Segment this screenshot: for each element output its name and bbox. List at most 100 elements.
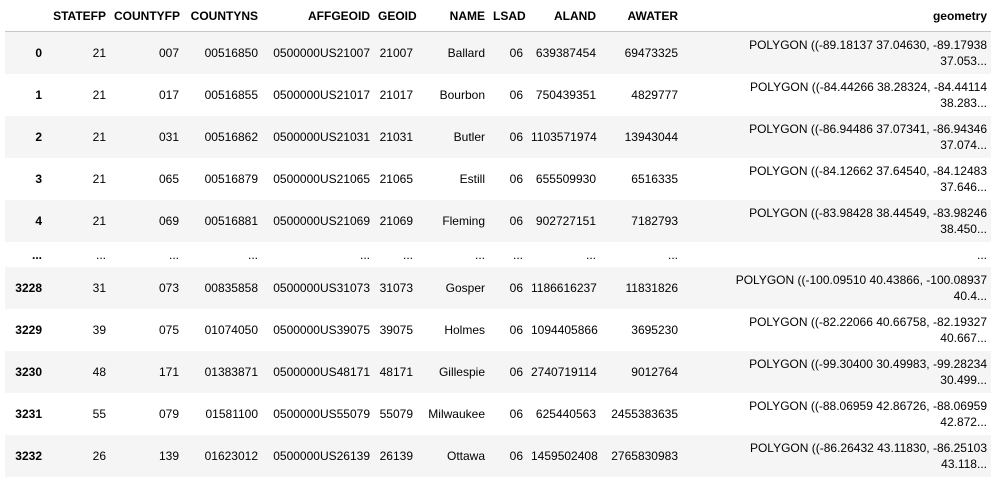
cell-aland: 655509930 <box>535 172 596 186</box>
header-awater: AWATER <box>600 0 682 32</box>
header-statefp: STATEFP <box>46 0 110 32</box>
cell-countyns: 00516850 <box>204 46 258 60</box>
cell-awater: ... <box>667 247 678 262</box>
cell-name: Bourbon <box>439 88 485 102</box>
geometry-line-1: POLYGON ((-86.26432 43.11830, -86.25103 <box>749 441 987 455</box>
geometry-line-2: 37.074... <box>940 138 987 152</box>
geometry-line-1: POLYGON ((-83.98428 38.44549, -83.98246 <box>749 206 987 220</box>
header-affgeoid: AFFGEOID <box>262 0 374 32</box>
row-index: ... <box>31 247 42 262</box>
header-index <box>5 0 46 32</box>
cell-lsad: 06 <box>509 130 523 144</box>
table-row: 1 21 017 00516855 0500000US21017 21017 Bourbon… <box>5 74 991 116</box>
cell-aland: 2740719114 <box>531 365 597 379</box>
geometry-line-1: POLYGON ((-84.12662 37.64540, -84.12483 <box>749 164 987 178</box>
table-row: 0 21 007 00516850 0500000US21007 21007 Ballard… <box>5 31 991 75</box>
cell-awater: 6516335 <box>631 172 678 186</box>
cell-geometry: POLYGON ((-82.22066 40.66758, -82.19327 4… <box>682 309 991 351</box>
geometry-line-2: 38.450... <box>940 222 987 236</box>
cell-affgeoid: 0500000US21007 <box>273 46 370 60</box>
cell-name: Estill <box>459 172 485 186</box>
row-index: 3232 <box>15 449 42 463</box>
cell-countyns: ... <box>247 247 258 262</box>
table-row: 2 21 031 00516862 0500000US21031 21031 Butler 0… <box>5 116 991 158</box>
cell-countyfp: 007 <box>158 46 179 60</box>
cell-countyfp: 171 <box>158 365 179 379</box>
cell-name: ... <box>474 247 485 262</box>
table-header: STATEFP COUNTYFP COUNTYNS AFFGEOID GEOID… <box>5 0 991 32</box>
cell-geoid: 21007 <box>379 46 413 60</box>
cell-aland: 625440563 <box>535 407 596 421</box>
table-body: 0 21 007 00516850 0500000US21007 21007 Ballard… <box>5 31 991 477</box>
geometry-line-1: POLYGON ((-99.30400 30.49983, -99.28234 <box>749 357 987 371</box>
cell-name: Butler <box>453 130 485 144</box>
cell-aland: 1459502408 <box>531 449 598 463</box>
cell-countyfp: 075 <box>158 323 179 337</box>
cell-geoid: 39075 <box>379 323 413 337</box>
cell-affgeoid: 0500000US39075 <box>273 323 370 337</box>
cell-geometry: POLYGON ((-86.26432 43.11830, -86.25103 4… <box>682 435 991 477</box>
cell-geometry: POLYGON ((-86.94486 37.07341, -86.94346 3… <box>682 116 991 158</box>
ellipsis-row: ................................. <box>5 242 991 267</box>
cell-lsad: 06 <box>509 46 523 60</box>
geometry-line-1: POLYGON ((-82.22066 40.66758, -82.19327 <box>749 315 987 329</box>
cell-aland: ... <box>585 247 596 262</box>
cell-awater: 2765830983 <box>611 449 678 463</box>
cell-statefp: 21 <box>92 88 106 102</box>
cell-geometry: POLYGON ((-84.44266 38.28324, -84.44114 3… <box>682 74 991 116</box>
cell-lsad: 06 <box>509 365 523 379</box>
table-row: 3 21 065 00516879 0500000US21065 21065 Estill 0… <box>5 158 991 200</box>
cell-statefp: 21 <box>92 130 106 144</box>
cell-countyfp: 139 <box>158 449 179 463</box>
cell-affgeoid: 0500000US21031 <box>273 130 370 144</box>
header-aland: ALAND <box>527 0 600 32</box>
cell-countyns: 00835858 <box>204 281 258 295</box>
header-name: NAME <box>417 0 489 32</box>
cell-name: Ballard <box>447 46 485 60</box>
cell-aland: 902727151 <box>535 214 596 228</box>
table-row: 3232 26 139 01623012 0500000US26139 26139 Otta… <box>5 435 991 477</box>
cell-awater: 2455383635 <box>611 407 678 421</box>
cell-name: Milwaukee <box>428 407 485 421</box>
cell-name: Gillespie <box>438 365 485 379</box>
row-index: 3 <box>35 172 42 186</box>
cell-geometry: POLYGON ((-89.18137 37.04630, -89.17938 3… <box>682 32 991 75</box>
cell-statefp: 21 <box>92 46 106 60</box>
cell-statefp: 26 <box>92 449 106 463</box>
cell-countyns: 00516881 <box>204 214 258 228</box>
cell-awater: 7182793 <box>631 214 678 228</box>
cell-geometry: ... <box>682 242 991 267</box>
cell-geometry: POLYGON ((-100.09510 40.43866, -100.0893… <box>682 267 991 309</box>
cell-countyns: 00516862 <box>204 130 258 144</box>
cell-affgeoid: 0500000US55079 <box>273 407 370 421</box>
cell-name: Holmes <box>444 323 485 337</box>
row-index: 4 <box>35 214 42 228</box>
cell-name: Gosper <box>445 281 485 295</box>
cell-lsad: 06 <box>509 407 523 421</box>
row-index: 3231 <box>15 407 42 421</box>
table-row: 4 21 069 00516881 0500000US21069 21069 Fleming… <box>5 200 991 242</box>
cell-countyfp: 065 <box>158 172 179 186</box>
cell-lsad: 06 <box>509 88 523 102</box>
cell-geoid: ... <box>402 247 413 262</box>
cell-awater: 13943044 <box>624 130 678 144</box>
row-index: 1 <box>35 88 42 102</box>
table-row: 3231 55 079 01581100 0500000US55079 55079 Milw… <box>5 393 991 435</box>
cell-countyns: 01623012 <box>204 449 258 463</box>
cell-geoid: 21069 <box>379 214 413 228</box>
cell-countyns: 01383871 <box>204 365 258 379</box>
cell-countyns: 01074050 <box>204 323 258 337</box>
cell-aland: 639387454 <box>535 46 596 60</box>
cell-statefp: 55 <box>92 407 106 421</box>
cell-countyns: 00516855 <box>204 88 258 102</box>
geometry-line-2: 42.872... <box>940 415 987 429</box>
cell-geoid: 26139 <box>379 449 413 463</box>
header-geometry: geometry <box>682 0 991 32</box>
row-index: 3230 <box>15 365 42 379</box>
geometry-line-2: 43.118... <box>941 457 987 471</box>
geometry-line-1: POLYGON ((-88.06959 42.86726, -88.06959 <box>749 399 987 413</box>
cell-lsad: 06 <box>509 281 523 295</box>
row-index: 0 <box>35 46 42 60</box>
cell-aland: 1186616237 <box>531 281 597 295</box>
cell-countyns: 01581100 <box>205 407 259 421</box>
